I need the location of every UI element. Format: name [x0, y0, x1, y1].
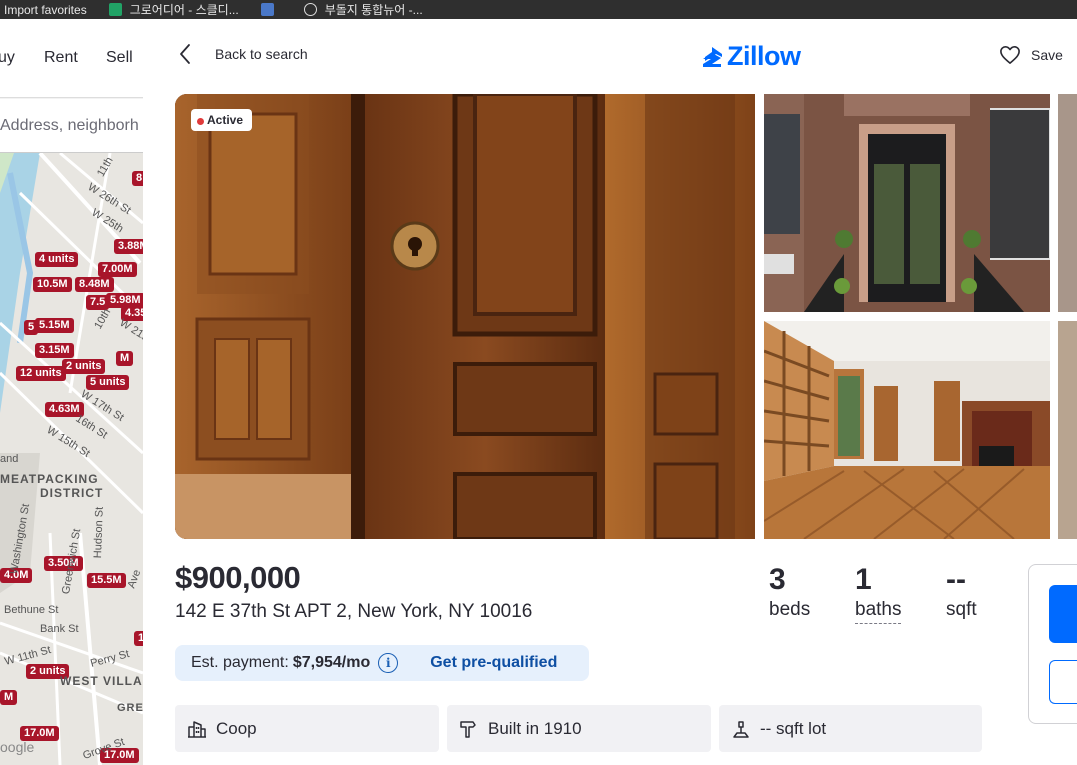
fact-text: Coop	[216, 718, 257, 738]
beds-label: beds	[769, 599, 811, 620]
chevron-left-icon	[180, 44, 190, 64]
nav-buy[interactable]: uy	[0, 49, 15, 67]
save-label: Save	[1031, 47, 1063, 63]
fact-year-built: Built in 1910	[447, 705, 711, 752]
payment-amount: $7,954/mo	[292, 654, 371, 671]
main-photo[interactable]: Active	[175, 94, 755, 539]
map-price-pin[interactable]: 7.00M	[98, 262, 137, 277]
status-label: Active	[207, 113, 244, 127]
payment-label: Est. payment:	[191, 654, 289, 671]
map-price-pin[interactable]: 2 units	[62, 359, 106, 374]
map-street-label: Bank St	[40, 623, 79, 635]
bookmark-label: Import favorites	[4, 2, 87, 17]
map-price-pin[interactable]: 5 units	[86, 375, 130, 390]
map-price-pin[interactable]: 12 units	[16, 366, 66, 381]
building-icon	[188, 720, 206, 738]
map-area-label: and	[0, 453, 19, 465]
bookmark-import-favorites[interactable]: Import favorites	[4, 0, 87, 19]
nav-rent[interactable]: Rent	[44, 49, 78, 67]
request-tour-button[interactable]	[1049, 660, 1077, 704]
globe-icon	[303, 3, 317, 16]
baths-value: 1	[855, 563, 872, 596]
beds-stat: 3 beds	[769, 563, 810, 621]
map-price-pin[interactable]: 10.5M	[33, 277, 72, 292]
fact-lot-size: -- sqft lot	[719, 705, 982, 752]
sqft-stat: -- sqft	[946, 563, 977, 621]
zillow-house-icon	[703, 46, 722, 67]
living-room-photo	[764, 321, 1050, 539]
bookmark-item[interactable]: 부돌지 통합뉴어 -...	[303, 0, 423, 19]
info-icon[interactable]: i	[378, 653, 399, 673]
status-badge: Active	[191, 109, 253, 131]
listing-price: $900,000	[175, 560, 301, 595]
fact-text: -- sqft lot	[760, 718, 827, 738]
estimated-payment-bar: Est. payment: $7,954/mo i Get pre-qualif…	[175, 645, 589, 681]
map-price-pin[interactable]: 5.15M	[35, 318, 74, 333]
site-nav: uy Rent Sell	[0, 19, 143, 98]
exterior-photo[interactable]	[764, 94, 1050, 312]
bookmark-label: 부돌지 통합뉴어 -...	[324, 3, 423, 17]
map-attribution: oogle	[0, 739, 35, 755]
bookmark-label: 그로어디어 - 스클디...	[129, 3, 239, 17]
logo-text: Zillow	[727, 41, 801, 71]
zillow-logo[interactable]: Zillow	[701, 41, 801, 72]
back-to-search-button[interactable]: Back to search	[179, 43, 308, 65]
brownstone-entrance-photo	[764, 94, 1050, 312]
fact-home-type: Coop	[175, 705, 439, 752]
district-line: DISTRICT	[40, 486, 104, 500]
baths-stat[interactable]: 1 baths	[855, 563, 902, 624]
map-price-pin[interactable]: M	[0, 690, 18, 705]
wooden-door-photo	[175, 94, 755, 539]
background-search-page: uy Rent Sell Address, neighborh 8 3.88 4…	[0, 19, 143, 765]
sqft-label: sqft	[946, 599, 977, 620]
map-district-label: MEATPACKING DISTRICT	[0, 472, 103, 500]
search-input[interactable]: Address, neighborh	[0, 99, 143, 153]
contact-agent-button[interactable]	[1049, 585, 1077, 643]
map-price-pin[interactable]: 8.48M	[75, 277, 114, 292]
next-photo-peek[interactable]	[1058, 321, 1077, 539]
sheet-icon	[108, 3, 122, 16]
heart-icon	[1000, 46, 1020, 64]
map-price-pin[interactable]: 15.5M	[87, 573, 126, 588]
district-line: MEATPACKING	[0, 472, 99, 486]
hammer-icon	[460, 720, 476, 738]
back-label: Back to search	[215, 46, 308, 62]
nav-sell[interactable]: Sell	[106, 49, 133, 67]
sqft-value: --	[946, 563, 966, 596]
document-icon	[260, 3, 274, 16]
next-photo-peek[interactable]	[1058, 94, 1077, 312]
search-placeholder: Address, neighborh	[0, 117, 139, 134]
lot-icon	[733, 720, 749, 738]
interior-photo[interactable]	[764, 321, 1050, 539]
map-price-pin[interactable]: 4 units	[35, 252, 79, 267]
baths-label[interactable]: baths	[855, 599, 902, 624]
map-district-label: WEST VILLA	[60, 674, 143, 688]
contact-agent-panel	[1028, 564, 1077, 724]
listing-modal: Back to search Zillow Save Active $900,0…	[143, 19, 1077, 765]
map-price-pin[interactable]: M	[116, 351, 134, 366]
map-area-label: GRE	[117, 702, 143, 714]
map-price-pin[interactable]: 3.15M	[35, 343, 74, 358]
bookmarks-bar: Import favorites 그로어디어 - 스클디... 부돌지 통합뉴어…	[0, 0, 1077, 19]
save-button[interactable]: Save	[999, 45, 1063, 65]
get-pre-qualified-link[interactable]: Get pre-qualified	[430, 654, 557, 672]
map-street-label: Bethune St	[4, 604, 59, 616]
map-street-label: Hudson St	[92, 506, 106, 559]
map-price-pin[interactable]: 8	[132, 171, 143, 186]
beds-value: 3	[769, 563, 786, 596]
listing-address: 142 E 37th St APT 2, New York, NY 10016	[175, 601, 533, 622]
map-price-pin[interactable]: 1	[134, 631, 143, 646]
map[interactable]: 8 3.88M 4 units 7.00M 10.5M 8.48M 7.5 5.…	[0, 153, 143, 765]
fact-text: Built in 1910	[488, 718, 582, 738]
map-price-pin[interactable]: 3.88M	[114, 239, 143, 254]
bookmark-item[interactable]	[260, 0, 282, 19]
bookmark-item[interactable]: 그로어디어 - 스클디...	[108, 0, 239, 19]
